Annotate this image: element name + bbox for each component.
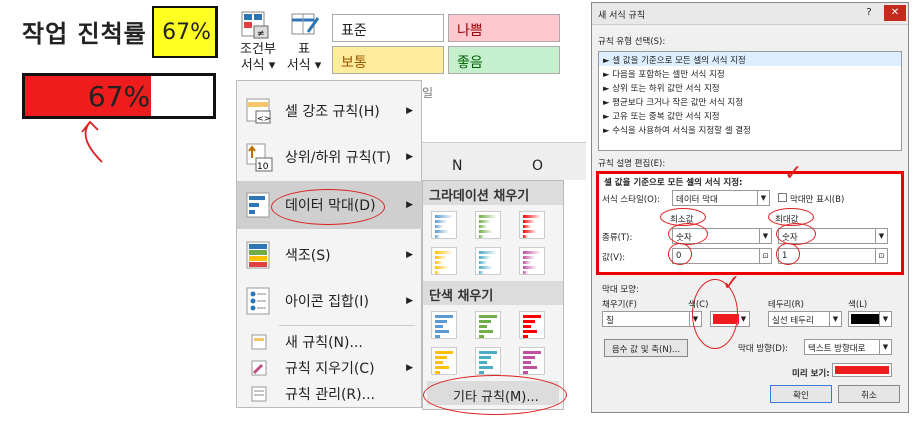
gradient-fill-header: 그라데이션 채우기 [423,181,563,205]
preview-box [832,363,892,377]
percent-cell[interactable]: 67% [152,6,218,58]
solid-data-bar-option[interactable] [475,311,501,339]
solid-fill-header: 단색 채우기 [423,281,563,305]
menu-item-top-bottom-rules[interactable]: 10 상위/하위 규칙(T) ▶ [237,135,423,179]
solid-data-bar-option[interactable] [519,311,545,339]
menu-item-clear-rules[interactable]: 규칙 지우기(C) ▶ [237,355,423,381]
annotation-circle-fill-color [692,279,738,349]
gradient-data-bar-option[interactable] [431,247,457,275]
annotation-circle-max-type [776,223,816,245]
edit-label: 규칙 설명 편집(E): [598,159,666,169]
icon-sets-icon [243,287,275,315]
border-select[interactable]: 실선 테두리 ▼ [768,311,842,327]
progress-bar-label: 67% [87,80,151,113]
column-header-o[interactable]: O [532,158,543,174]
solid-data-bar-option[interactable] [519,347,545,375]
menu-item-manage-rules[interactable]: 규칙 관리(R)... [237,381,423,407]
gradient-data-bar-option[interactable] [475,211,501,239]
bar-appearance-label: 막대 모양: [602,285,639,295]
annotation-check: ✓ [784,161,803,186]
value-label: 값(V): [602,253,626,263]
menu-item-icon-sets[interactable]: 아이콘 집합(I) ▶ [237,279,423,323]
table-format-button[interactable]: 표 서식 ▾ [284,42,324,74]
annotation-arrow [81,120,103,163]
bar-only-checkbox[interactable] [778,193,787,202]
bar-direction-select[interactable]: 텍스트 방향대로 ▼ [804,339,892,355]
top-bottom-icon: 10 [243,143,275,172]
border-color-label: 색(L) [848,300,868,310]
menu-item-highlight-rules[interactable]: <> 셀 강조 규칙(H) ▶ [237,91,423,131]
bar-only-label: 막대만 표시(B) [790,195,845,205]
border-color-picker[interactable]: ▼ [848,311,892,327]
fill-label: 채우기(F) [602,300,637,310]
annotation-circle-max-value [776,243,800,265]
annotation-circle-more-rules [423,375,567,415]
rule-type-item[interactable]: ► 고유 또는 중복 값만 서식 지정 [599,108,901,122]
edit-heading: 셀 값을 기준으로 모든 셀의 서식 지정: [604,178,743,188]
rule-type-label: 규칙 유형 선택(S): [598,37,666,47]
svg-text:10: 10 [257,162,269,172]
rule-type-list: ► 셀 값을 기준으로 모든 셀의 서식 지정 ► 다음을 포함하는 셀만 서식… [598,51,902,151]
data-bars-submenu: 그라데이션 채우기 단색 채우기 기타 규칙(M)... [422,180,567,415]
grid-background: 일 N O [422,80,586,180]
color-scales-icon [243,241,275,269]
annotation-circle-min-value [668,243,692,265]
help-button[interactable]: ? [858,5,880,21]
rule-type-item[interactable]: ► 수식을 사용하여 서식을 지정할 셀 결정 [599,122,901,136]
gradient-data-bar-option[interactable] [519,247,545,275]
bar-direction-label: 막대 방향(D): [738,344,789,354]
gradient-data-bar-option[interactable] [519,211,545,239]
sheet-title: 작업 진척률 [22,20,147,48]
style-neutral[interactable]: 보통 [332,46,444,74]
negative-axis-button[interactable]: 음수 값 및 축(N)... [604,339,688,357]
annotation-circle-min-type [668,223,708,245]
table-format-icon [290,10,320,40]
gradient-data-bar-option[interactable] [431,211,457,239]
conditional-format-icon: ≠ [240,10,276,40]
conditional-format-button[interactable]: 조건부 서식 ▾ [236,42,280,74]
style-good[interactable]: 좋음 [448,46,560,74]
menu-item-color-scales[interactable]: 색조(S) ▶ [237,233,423,277]
annotation-circle-data-bars [271,189,385,225]
rule-type-item[interactable]: ► 다음을 포함하는 셀만 서식 지정 [599,66,901,80]
close-button[interactable]: ✕ [884,5,906,21]
column-header-n[interactable]: N [452,158,462,174]
solid-data-bar-option[interactable] [431,311,457,339]
clear-rules-icon [243,354,275,382]
rule-type-item[interactable]: ► 상위 또는 하위 값만 서식 지정 [599,80,901,94]
new-rule-icon [243,328,275,356]
preview-label: 미리 보기: [792,369,830,379]
svg-text:≠: ≠ [257,29,265,39]
fill-select[interactable]: 칠 ▼ [602,311,702,327]
ribbon-styles: ≠ 조건부 서식 ▾ 표 서식 ▾ 표준 나쁨 보통 좋음 [236,2,576,86]
svg-text:<>: <> [257,114,270,123]
gradient-data-bar-option[interactable] [475,247,501,275]
menu-item-new-rule[interactable]: 새 규칙(N)... [237,329,423,355]
rule-type-item[interactable]: ► 평균보다 크거나 작은 값만 서식 지정 [599,94,901,108]
progress-bar-cell[interactable]: 67% [22,73,216,119]
new-format-rule-dialog: 새 서식 규칙 ? ✕ 규칙 유형 선택(S): ► 셀 값을 기준으로 모든 … [591,2,909,413]
rule-type-item[interactable]: ► 셀 값을 기준으로 모든 셀의 서식 지정 [599,52,901,66]
cancel-button[interactable]: 취소 [838,385,900,403]
ok-button[interactable]: 확인 [770,385,832,403]
format-style-select[interactable]: 데이터 막대 ▼ [672,190,770,206]
style-normal[interactable]: 표준 [332,14,444,42]
border-label: 테두리(R) [768,300,804,310]
type-label: 종류(T): [602,233,633,243]
conditional-format-menu: <> 셀 강조 규칙(H) ▶ 10 상위/하위 규칙(T) ▶ 데이터 막대(D)… [236,80,423,408]
format-style-label: 서식 스타일(O): [602,195,660,205]
style-bad[interactable]: 나쁨 [448,14,560,42]
solid-data-bar-option[interactable] [475,347,501,375]
solid-data-bar-option[interactable] [431,347,457,375]
manage-rules-icon [243,380,275,408]
highlight-rules-icon: <> [243,97,275,125]
partial-label: 일 [422,86,434,100]
